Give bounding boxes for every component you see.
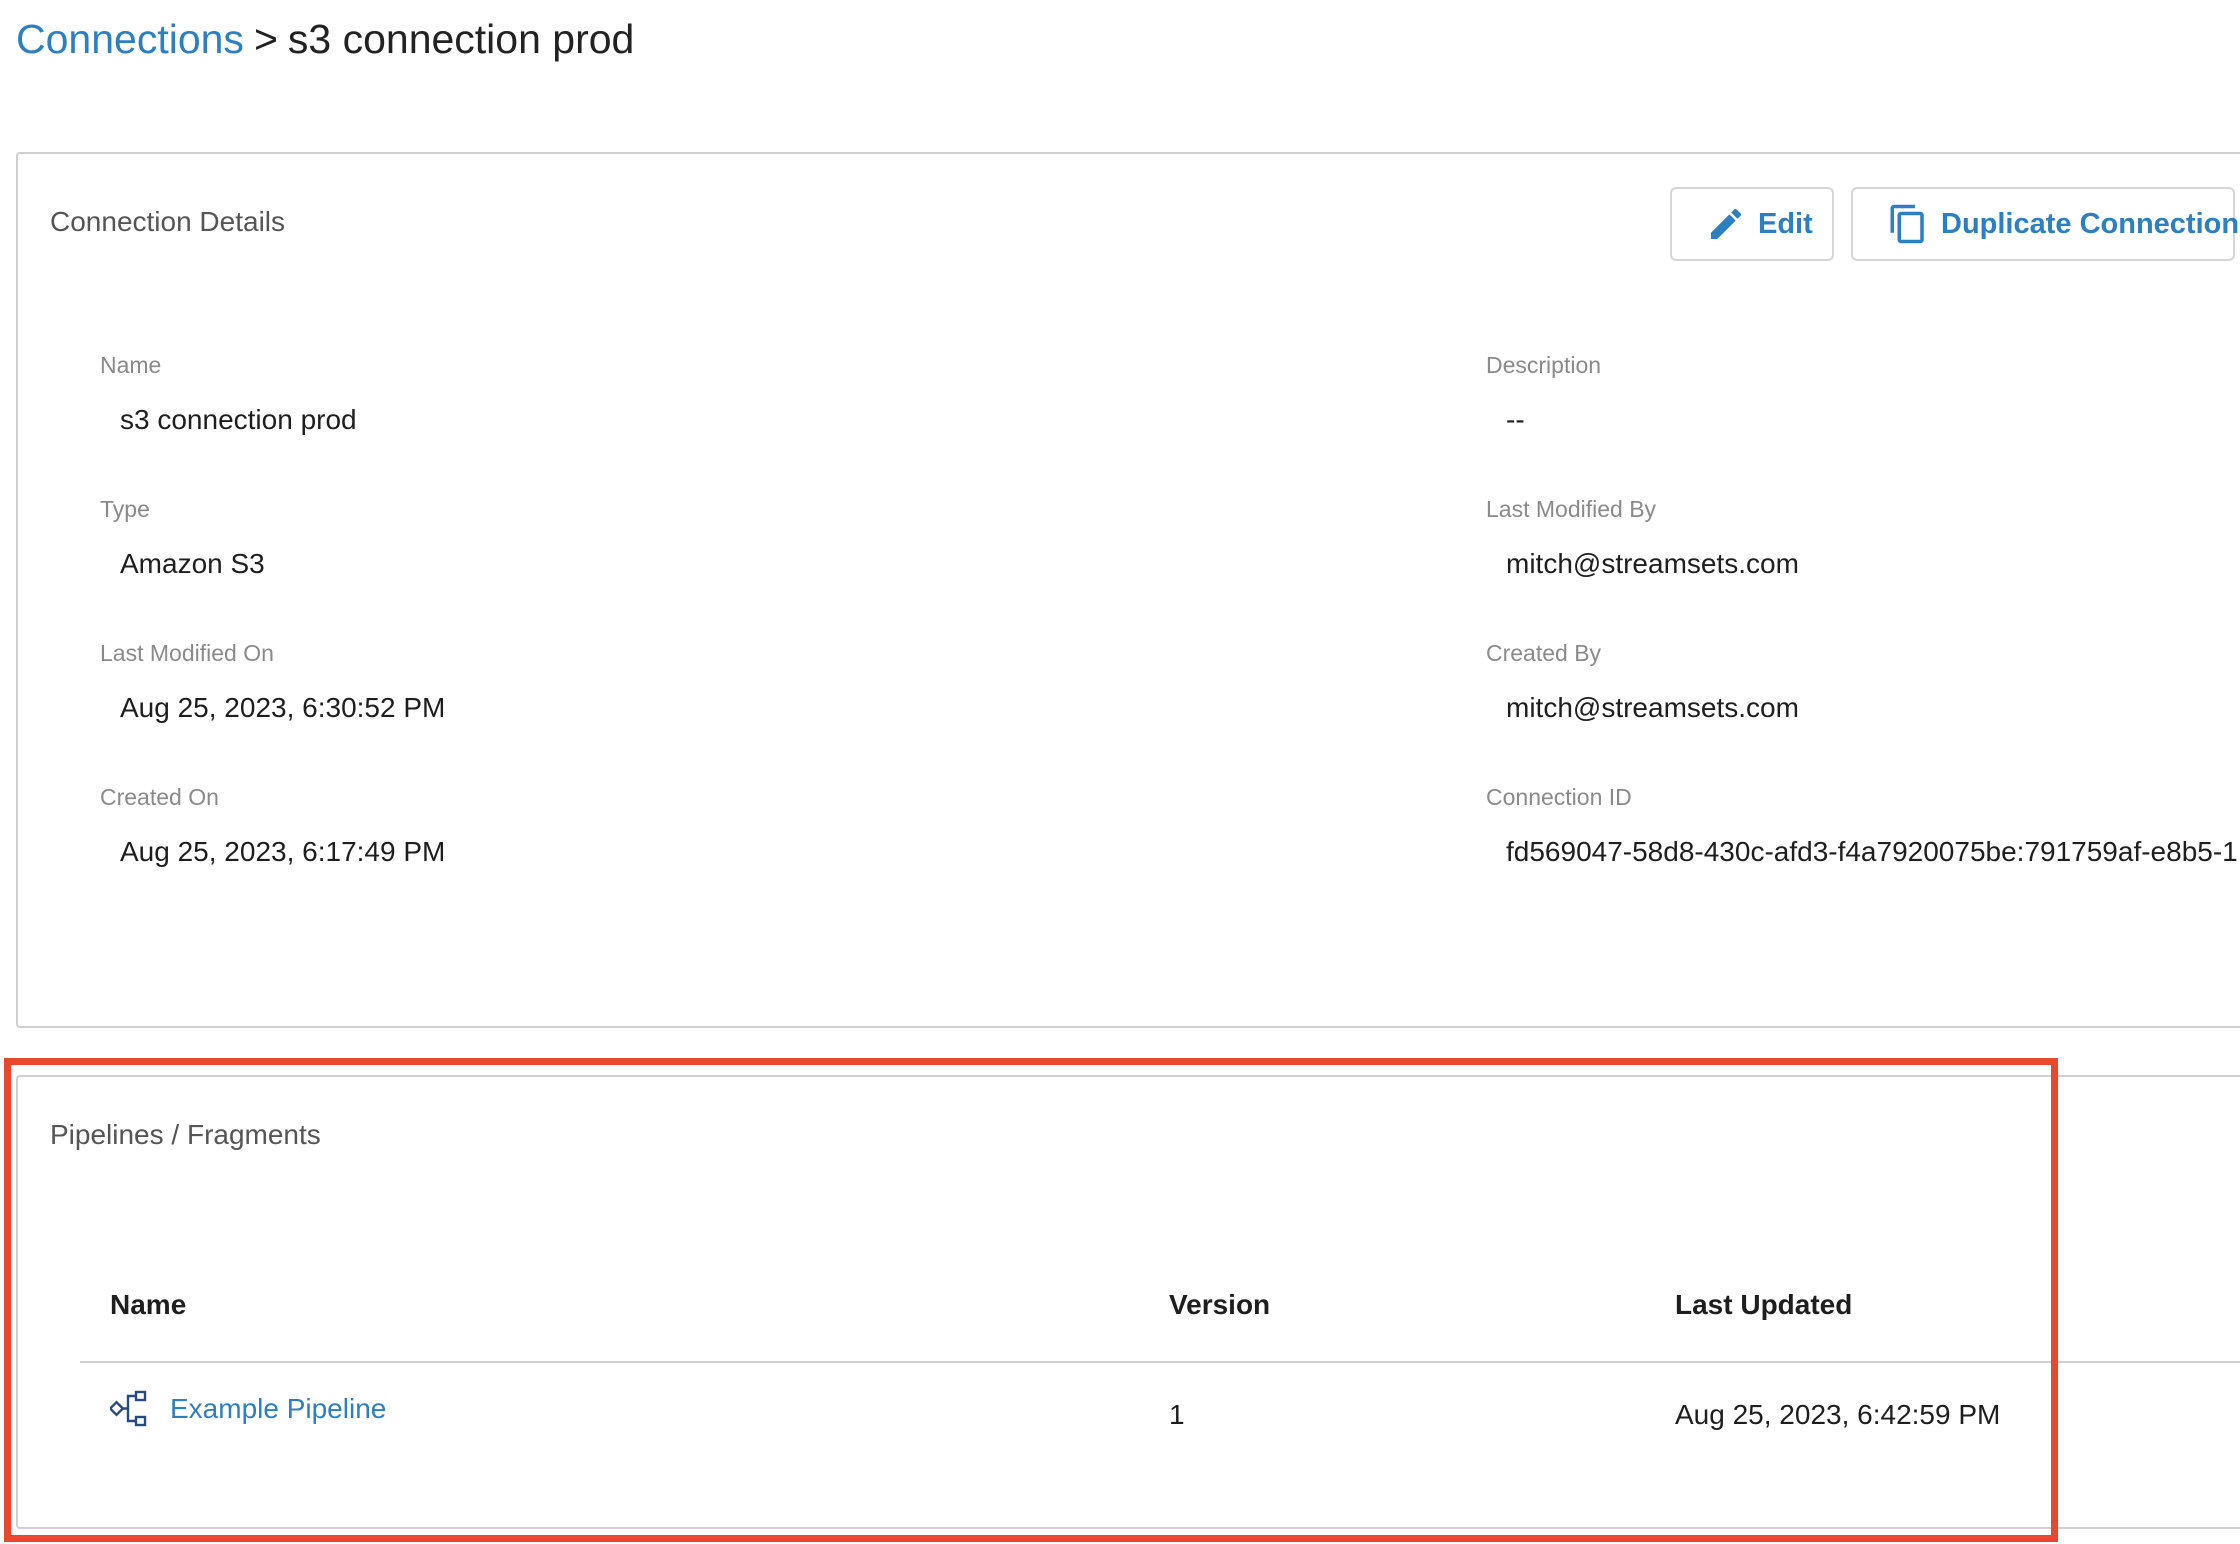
type-label: Type [100,496,150,522]
last-modified-by-label: Last Modified By [1486,496,1657,522]
breadcrumb: Connections > s3 connection prod [16,14,634,64]
connection-details-title: Connection Details [50,206,286,237]
created-by-value: mitch@streamsets.com [1506,692,1799,723]
last-modified-on-label: Last Modified On [100,640,274,666]
copy-icon [1887,201,1929,247]
pipeline-name: Example Pipeline [170,1393,387,1424]
created-on-value: Aug 25, 2023, 6:17:49 PM [120,836,446,867]
last-modified-by-value: mitch@streamsets.com [1506,548,1799,579]
pipeline-version: 1 [1169,1399,1185,1430]
column-header-last-updated[interactable]: Last Updated [1675,1289,1852,1321]
connection-detail-page: Connections > s3 connection prod Connectio… [0,0,2240,1544]
breadcrumb-separator: > [253,16,278,62]
edit-button[interactable]: Edit [1670,187,1834,261]
type-value: Amazon S3 [120,548,265,579]
description-value: -- [1506,404,1525,435]
column-header-version[interactable]: Version [1169,1289,1270,1321]
table-header-divider [80,1361,2240,1363]
created-on-label: Created On [100,784,219,810]
edit-button-label: Edit [1758,207,1813,240]
column-header-name[interactable]: Name [110,1289,186,1321]
duplicate-connection-button[interactable]: Duplicate Connection [1851,187,2239,261]
pipelines-fragments-card: Pipelines / Fragments Name Version Last … [16,1075,2240,1529]
pipeline-link[interactable]: Example Pipeline [110,1389,386,1429]
pipeline-last-updated: Aug 25, 2023, 6:42:59 PM [1675,1399,2001,1430]
connection-id-label: Connection ID [1486,784,1632,810]
connection-id-value: fd569047-58d8-430c-afd3-f4a7920075be:791… [1506,836,2238,867]
name-label: Name [100,352,162,378]
pencil-icon [1706,204,1746,244]
pipeline-icon [110,1389,148,1429]
created-by-label: Created By [1486,640,1602,666]
pipelines-fragments-title: Pipelines / Fragments [50,1119,321,1150]
connection-details-card: Connection Details Edit Duplicate Connec… [16,152,2240,1028]
last-modified-on-value: Aug 25, 2023, 6:30:52 PM [120,692,446,723]
description-label: Description [1486,352,1602,378]
duplicate-connection-label: Duplicate Connection [1941,207,2240,240]
breadcrumb-current: s3 connection prod [287,16,635,62]
name-value: s3 connection prod [120,404,357,435]
breadcrumb-connections-link[interactable]: Connections [16,16,244,62]
